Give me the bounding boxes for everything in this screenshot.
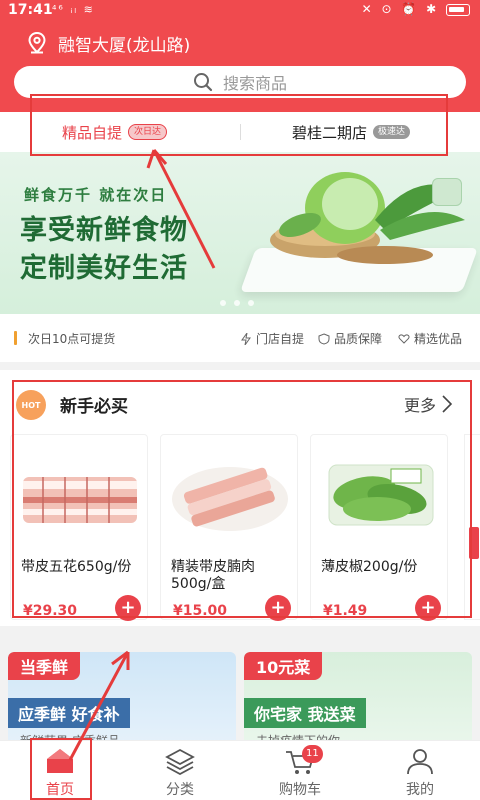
carousel-dot xyxy=(220,300,226,306)
banner-tagline: 鲜食万千 就在次日 xyxy=(24,186,168,204)
feature-store-pickup: 门店自提 xyxy=(240,330,304,347)
feature-label: 精选优品 xyxy=(414,332,463,346)
status-bar: 17:41 ⁴⁶ ᵢₗ ≋ ✕ ⊙ ⏰ ✱ xyxy=(0,0,480,22)
pickup-time: 次日10点可提货 xyxy=(28,332,116,346)
search-icon xyxy=(193,73,213,92)
tabbar-category[interactable]: 分类 xyxy=(140,745,220,799)
banner-headline: 享受新鲜食物 xyxy=(20,215,188,246)
promo-card-seasonal[interactable]: 当季鲜 应季鲜 好食补 新鲜蔬果 应季鲜品 xyxy=(8,652,236,752)
heart-icon xyxy=(398,333,410,344)
promo-card-ten-yuan[interactable]: 10元菜 你宅家 我送菜 去掉疫情下的你 xyxy=(244,652,472,752)
annotation-box-home-tab xyxy=(30,738,92,800)
layers-icon xyxy=(165,748,195,775)
tab-label: 购物车 xyxy=(279,782,321,798)
promo-banner[interactable]: 鲜食万千 就在次日 享受新鲜食物 定制美好生活 xyxy=(0,152,480,314)
feature-label: 门店自提 xyxy=(256,332,305,346)
shield-icon xyxy=(318,332,330,345)
promo-cards: 当季鲜 应季鲜 好食补 新鲜蔬果 应季鲜品 10元菜 你宅家 我送菜 去掉疫情下… xyxy=(0,640,480,752)
annotation-box-tabs xyxy=(30,94,448,156)
banner-background: 鲜食万千 就在次日 享受新鲜食物 定制美好生活 xyxy=(0,152,480,314)
system-icons: ✕ ⊙ ⏰ ✱ xyxy=(361,2,440,16)
leaf-badge-icon xyxy=(432,178,462,206)
user-icon xyxy=(407,749,433,775)
carousel-dot xyxy=(248,300,254,306)
status-icons: ✕ ⊙ ⏰ ✱ xyxy=(362,2,470,16)
info-strip: 次日10点可提货 门店自提 品质保障 精选优品 xyxy=(0,314,480,362)
battery-icon xyxy=(446,3,470,16)
tabbar-cart[interactable]: 11 购物车 xyxy=(260,745,340,799)
feature-quality: 品质保障 xyxy=(318,330,382,347)
tabbar-profile[interactable]: 我的 xyxy=(380,745,460,799)
signal-icon: ⁴⁶ ᵢₗ ≋ xyxy=(52,3,95,16)
vegetables-image xyxy=(270,172,465,264)
location-pin-icon xyxy=(28,32,46,54)
feature-label: 品质保障 xyxy=(334,332,383,346)
location-selector[interactable]: 融智大厦(龙山路) xyxy=(28,30,190,56)
accent-bar xyxy=(14,331,17,345)
search-placeholder: 搜索商品 xyxy=(222,74,287,93)
feature-selected: 精选优品 xyxy=(398,330,462,347)
cart-count-badge: 11 xyxy=(302,745,323,763)
location-name: 融智大厦(龙山路) xyxy=(58,35,191,56)
promo-tag: 10元菜 xyxy=(244,652,323,680)
status-time: 17:41 xyxy=(8,2,53,18)
lightning-icon xyxy=(241,332,251,345)
carousel-dots xyxy=(220,300,254,306)
promo-tag: 当季鲜 xyxy=(8,652,81,680)
carousel-dot xyxy=(234,300,240,306)
banner-subheadline: 定制美好生活 xyxy=(20,253,188,284)
annotation-box-new-user xyxy=(12,380,472,618)
promo-subtitle: 应季鲜 好食补 xyxy=(8,698,130,728)
tab-label: 分类 xyxy=(166,782,194,798)
promo-subtitle: 你宅家 我送菜 xyxy=(244,698,366,728)
tab-label: 我的 xyxy=(406,782,434,798)
